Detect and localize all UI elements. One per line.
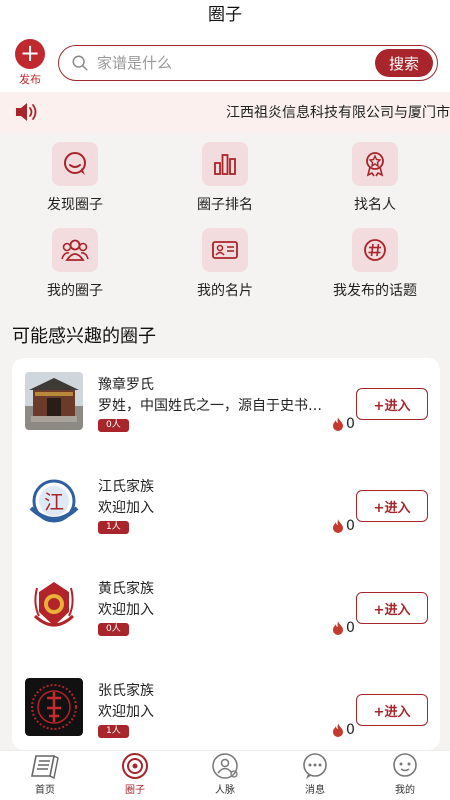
circle-name: 豫章罗氏: [98, 377, 154, 393]
tab-messages[interactable]: 消息: [270, 751, 360, 800]
circle-name: 江氏家族: [98, 479, 154, 495]
member-count-badge: 1人: [98, 521, 129, 534]
heat-count: 0: [332, 722, 355, 738]
join-button[interactable]: +进入: [356, 388, 428, 420]
member-count-badge: 0人: [98, 419, 129, 432]
group-icon: [52, 228, 98, 272]
list-item[interactable]: 张氏家族 欢迎加入 1人 +进入 0: [12, 664, 440, 750]
hashtag-icon: [352, 228, 398, 272]
search-box[interactable]: 搜索: [58, 45, 438, 81]
flame-icon: [333, 723, 343, 737]
feature-my-card[interactable]: 我的名片: [150, 228, 300, 306]
tab-label: 圈子: [125, 785, 145, 796]
circle-desc: 欢迎加入: [98, 500, 154, 516]
heat-number: 0: [346, 416, 355, 432]
tab-label: 消息: [305, 785, 325, 796]
tab-contacts[interactable]: 人脉: [180, 751, 270, 800]
page-title: 圈子: [208, 5, 242, 25]
notice-bar[interactable]: 江西祖炎信息科技有限公司与厦门市: [0, 92, 450, 132]
feature-label: 我的名片: [197, 283, 253, 299]
page-header: 圈子: [0, 0, 450, 34]
feature-label: 我的圈子: [47, 283, 103, 299]
list-item[interactable]: 江 江氏家族 欢迎加入 1人 +进入 0: [12, 460, 440, 560]
circle-name: 黄氏家族: [98, 581, 154, 597]
heat-number: 0: [346, 620, 355, 636]
tab-home[interactable]: 首页: [0, 751, 90, 800]
list-item[interactable]: 黄氏家族 欢迎加入 0人 +进入 0: [12, 562, 440, 662]
circle-name: 张氏家族: [98, 683, 154, 699]
feature-discover-circles[interactable]: 发现圈子: [0, 142, 150, 220]
heat-number: 0: [346, 518, 355, 534]
feature-my-circles[interactable]: 我的圈子: [0, 228, 150, 306]
message-icon: [303, 753, 327, 779]
search-bar: + 发布 搜索: [0, 34, 450, 92]
heat-count: 0: [332, 620, 355, 636]
bar-chart-icon: [202, 142, 248, 186]
bottom-tab-bar: 首页 圈子 人脉 消息 我的: [0, 750, 450, 800]
heat-count: 0: [332, 416, 355, 432]
tab-label: 我的: [395, 785, 415, 796]
speaker-icon: [16, 103, 37, 121]
flame-icon: [333, 417, 343, 431]
member-count-badge: 0人: [98, 623, 129, 636]
huang-emblem-avatar: [25, 576, 83, 634]
ancestral-hall-avatar: [25, 372, 83, 430]
circle-list: 豫章罗氏 罗姓，中国姓氏之一，源自于史书… 0人 +进入 0 江 江氏家族 欢迎…: [12, 358, 440, 750]
publish-label: 发布: [19, 73, 41, 86]
profile-icon: [393, 753, 417, 777]
feature-label: 我发布的话题: [333, 283, 417, 299]
feature-label: 圈子排名: [197, 197, 253, 213]
join-button[interactable]: +进入: [356, 592, 428, 624]
tab-circles[interactable]: 圈子: [90, 751, 180, 800]
feature-label: 找名人: [354, 197, 396, 213]
jiang-emblem-avatar: 江: [25, 474, 83, 532]
tab-profile[interactable]: 我的: [360, 751, 450, 800]
search-input[interactable]: [97, 54, 375, 72]
join-button[interactable]: +进入: [356, 694, 428, 726]
book-icon: [31, 755, 59, 780]
id-card-icon: [202, 228, 248, 272]
feature-grid: 发现圈子 圈子排名 找名人 我的圈子 我的名片 我发布的话题: [0, 132, 450, 306]
feature-my-topics[interactable]: 我发布的话题: [300, 228, 450, 306]
section-title: 可能感兴趣的圈子: [12, 326, 156, 347]
svg-text:江: 江: [44, 490, 64, 514]
feature-label: 发现圈子: [47, 197, 103, 213]
circle-desc: 欢迎加入: [98, 704, 154, 720]
search-icon: [72, 55, 88, 71]
list-item[interactable]: 豫章罗氏 罗姓，中国姓氏之一，源自于史书… 0人 +进入 0: [12, 358, 440, 458]
plus-icon[interactable]: +: [15, 39, 45, 69]
circle-desc: 罗姓，中国姓氏之一，源自于史书…: [98, 398, 322, 414]
flame-icon: [333, 519, 343, 533]
member-count-badge: 1人: [98, 725, 129, 738]
award-medal-icon: [352, 142, 398, 186]
feature-find-celebrities[interactable]: 找名人: [300, 142, 450, 220]
search-button[interactable]: 搜索: [374, 49, 433, 77]
join-button[interactable]: +进入: [356, 490, 428, 522]
chat-bubble-icon: [52, 142, 98, 186]
tab-label: 人脉: [215, 785, 235, 796]
circle-target-icon: [122, 753, 148, 779]
heat-number: 0: [346, 722, 355, 738]
zhang-emblem-avatar: [25, 678, 83, 736]
notice-text: 江西祖炎信息科技有限公司与厦门市: [226, 105, 450, 121]
feature-circle-ranking[interactable]: 圈子排名: [150, 142, 300, 220]
publish-button[interactable]: + 发布: [12, 39, 48, 87]
tab-label: 首页: [35, 785, 55, 796]
contacts-icon: [212, 753, 238, 779]
heat-count: 0: [332, 518, 355, 534]
flame-icon: [333, 621, 343, 635]
circle-desc: 欢迎加入: [98, 602, 154, 618]
